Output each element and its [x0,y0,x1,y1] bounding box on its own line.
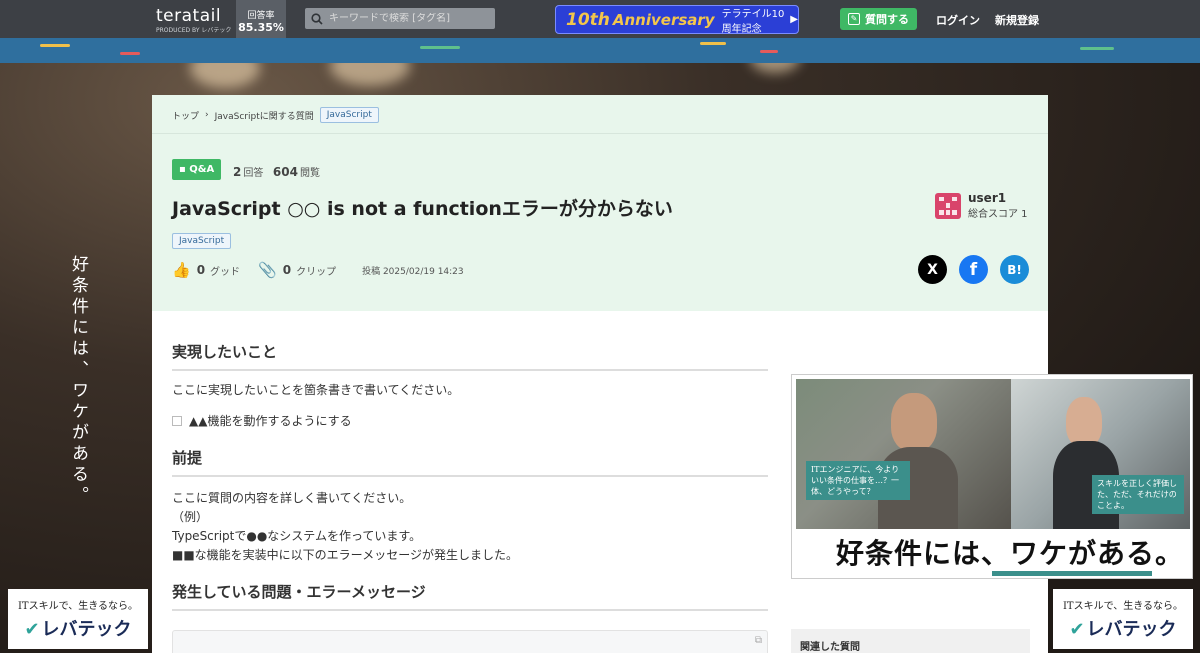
user-score: 総合スコア 1 [968,209,1028,220]
code-block[interactable]: ⧉ [172,630,768,653]
side-ad-logo-left[interactable]: ITスキルで、生きるなら。 ✔ レバテック [8,589,148,649]
anniversary-word: Anniversary [612,10,715,29]
question-header: トップ › JavaScriptに関する質問 JavaScript ▪ Q&A … [152,95,1048,311]
question-stats: 2 回答 604 閲覧 [233,164,320,179]
breadcrumb-category[interactable]: JavaScriptに関する質問 [215,109,314,122]
clip-label[interactable]: クリップ [296,263,336,278]
side-ad-copy-left: 好条件には、ワケがある。 [68,255,88,507]
breadcrumb-tag[interactable]: JavaScript [319,107,379,123]
task-list-item: ▲▲機能を動作するようにする [172,412,768,429]
signup-link[interactable]: 新規登録 [995,12,1039,28]
anniversary-number: 10th [566,9,610,30]
section-title-error: 発生している問題・エラーメッセージ [172,581,768,611]
section-title-premise: 前提 [172,447,768,477]
search-box[interactable] [305,8,495,29]
answer-rate-label: 回答率 [247,11,275,21]
side-ad-logo-right[interactable]: ITスキルで、生きるなら。 ✔ レバテック [1053,589,1193,649]
sidebar-ad-banner[interactable]: ITエンジニアに、今よりいい条件の仕事を…？一体、どうやって？ スキルを正しく評… [791,374,1193,579]
edit-icon: ✎ [848,13,860,25]
ad-person [1066,397,1102,447]
answers-label: 回答 [243,168,264,179]
check-icon: ✔ [24,619,40,640]
chat-icon: ▪ [179,164,190,175]
question-body: 実現したいこと ここに実現したいことを箇条書きで書いてください。 ▲▲機能を動作… [172,341,768,611]
hatena-icon: B! [1007,262,1022,277]
search-icon [311,12,323,25]
search-input[interactable] [329,13,489,24]
posted-date: 投稿 2025/02/19 14:23 [362,266,464,277]
task-checkbox[interactable] [172,415,182,426]
task-label: ▲▲機能を動作するようにする [189,414,352,428]
clip-icon[interactable]: 📎 [258,261,277,279]
ad-copy: 好条件には、ワケがある。 [836,537,1185,570]
views-count: 604 [272,165,298,179]
answers-count: 2 [233,165,242,179]
views-label: 閲覧 [299,168,320,179]
header-decoration-stripe [0,38,1200,63]
ad-bubble-1: ITエンジニアに、今よりいい条件の仕事を…？一体、どうやって？ [806,461,910,500]
premise-line-2: （例） [172,510,209,524]
site-header: teratail PRODUCED BY レバテック 回答率 85.35% 10… [0,0,1200,38]
avatar[interactable] [935,192,961,219]
breadcrumb-chevron-icon: › [205,110,209,120]
x-icon: X [927,261,938,278]
copy-icon[interactable]: ⧉ [755,635,762,646]
play-arrow-icon: ▶ [790,14,798,25]
logo-sub: PRODUCED BY レバテック [156,27,232,34]
share-facebook-button[interactable]: f [959,255,988,284]
section-title-goal: 実現したいこと [172,341,768,371]
thumbs-up-icon[interactable]: 👍 [172,261,191,279]
ad-photo-man [796,379,1011,529]
facebook-icon: f [969,259,978,280]
section-goal-text: ここに実現したいことを箇条書きで書いてください。 [172,383,460,397]
ask-question-label: 質問する [865,13,909,26]
user-name[interactable]: user1 [968,191,1028,205]
breadcrumb-top[interactable]: トップ [172,109,199,122]
check-icon: ✔ [1069,619,1085,640]
site-logo[interactable]: teratail PRODUCED BY レバテック [156,6,231,34]
qa-badge: ▪ Q&A [172,159,222,180]
related-questions-title: 関連した質問 [791,629,1030,653]
breadcrumb: トップ › JavaScriptに関する質問 JavaScript [172,107,379,123]
premise-line-4: ■■な機能を実装中に以下のエラーメッセージが発生しました。 [172,548,518,562]
share-x-button[interactable]: X [918,255,947,284]
side-ad-logo-brand: ✔ レバテック [24,619,132,640]
logo-name: teratail [156,6,222,26]
anniversary-text: テラテイル10周年記念 [721,8,785,35]
login-link[interactable]: ログイン [936,12,980,28]
clip-count: 0 [282,263,292,277]
answer-rate-value: 85.35% [238,21,284,34]
good-label[interactable]: グッド [210,263,240,278]
question-tags: JavaScript [172,228,232,249]
ask-question-button[interactable]: ✎ 質問する [840,8,917,30]
side-ad-logo-brand: ✔ レバテック [1069,619,1177,640]
side-ad-logo-tagline: ITスキルで、生きるなら。 [1062,601,1184,612]
question-title: JavaScript ○○ is not a functionエラーが分からない [172,198,673,220]
question-tag[interactable]: JavaScript [172,233,232,249]
ad-person [891,393,937,451]
user-info[interactable]: user1 総合スコア 1 [935,191,1028,220]
premise-line-1: ここに質問の内容を詳しく書いてください。 [172,491,412,505]
share-hatena-button[interactable]: B! [1000,255,1029,284]
premise-line-3: TypeScriptで●●なシステムを作っています。 [172,529,422,543]
answer-rate: 回答率 85.35% [236,0,286,38]
question-actions: 👍 0 グッド 📎 0 クリップ 投稿 2025/02/19 14:23 [172,261,464,279]
anniversary-banner[interactable]: 10th Anniversary テラテイル10周年記念 ▶ [555,5,799,35]
side-ad-logo-tagline: ITスキルで、生きるなら。 [17,601,139,612]
ad-bubble-2: スキルを正しく評価した、ただ、それだけのことよ。 [1092,475,1184,514]
divider [152,133,1048,134]
good-count: 0 [196,263,206,277]
